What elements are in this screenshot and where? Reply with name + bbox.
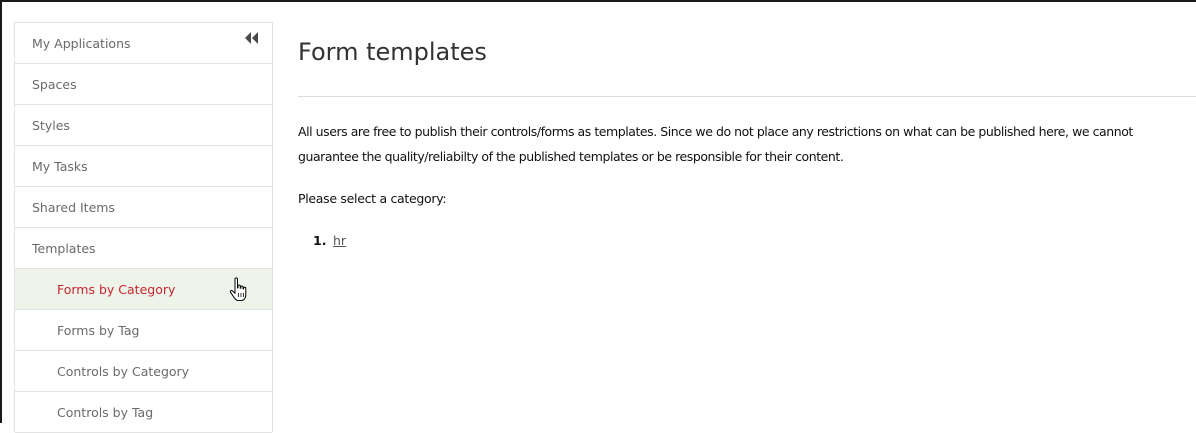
sidebar-item-forms-by-category[interactable]: Forms by Category xyxy=(15,269,272,310)
sidebar-item-label: My Tasks xyxy=(32,158,88,174)
sidebar-item-controls-by-tag[interactable]: Controls by Tag xyxy=(15,392,272,433)
sidebar-item-label: Templates xyxy=(32,240,96,256)
sidebar-item-spaces[interactable]: Spaces xyxy=(15,64,272,105)
hand-pointer-icon xyxy=(229,277,247,301)
sidebar-item-my-tasks[interactable]: My Tasks xyxy=(15,146,272,187)
sidebar-item-my-applications[interactable]: My Applications xyxy=(15,23,272,64)
sidebar-item-styles[interactable]: Styles xyxy=(15,105,272,146)
disclaimer-text: All users are free to publish their cont… xyxy=(298,124,1133,164)
window-frame-left xyxy=(0,0,2,423)
sidebar-item-label: Spaces xyxy=(32,76,77,92)
sidebar-item-shared-items[interactable]: Shared Items xyxy=(15,187,272,228)
category-link-hr[interactable]: hr xyxy=(333,233,346,248)
sidebar-item-label: Forms by Category xyxy=(57,281,176,297)
sidebar-item-label: Styles xyxy=(32,117,70,133)
sidebar-item-label: Shared Items xyxy=(32,199,115,215)
sidebar-item-forms-by-tag[interactable]: Forms by Tag xyxy=(15,310,272,351)
window-frame-top xyxy=(0,0,1196,2)
sidebar-item-label: Forms by Tag xyxy=(57,322,140,338)
sidebar-item-controls-by-category[interactable]: Controls by Category xyxy=(15,351,272,392)
title-divider xyxy=(298,96,1196,97)
sidebar: My Applications Spaces Styles My Tasks S… xyxy=(14,22,273,433)
sidebar-item-label: Controls by Tag xyxy=(57,404,154,420)
list-item-number: 1. xyxy=(313,233,327,248)
sidebar-item-label: My Applications xyxy=(32,35,131,51)
category-prompt: Please select a category: xyxy=(298,191,447,206)
category-list: 1. hr xyxy=(313,233,346,248)
page-title: Form templates xyxy=(298,38,487,66)
double-chevron-left-icon[interactable] xyxy=(244,32,260,44)
sidebar-item-templates[interactable]: Templates xyxy=(15,228,272,269)
sidebar-item-label: Controls by Category xyxy=(57,363,190,379)
list-item: 1. hr xyxy=(313,233,346,248)
